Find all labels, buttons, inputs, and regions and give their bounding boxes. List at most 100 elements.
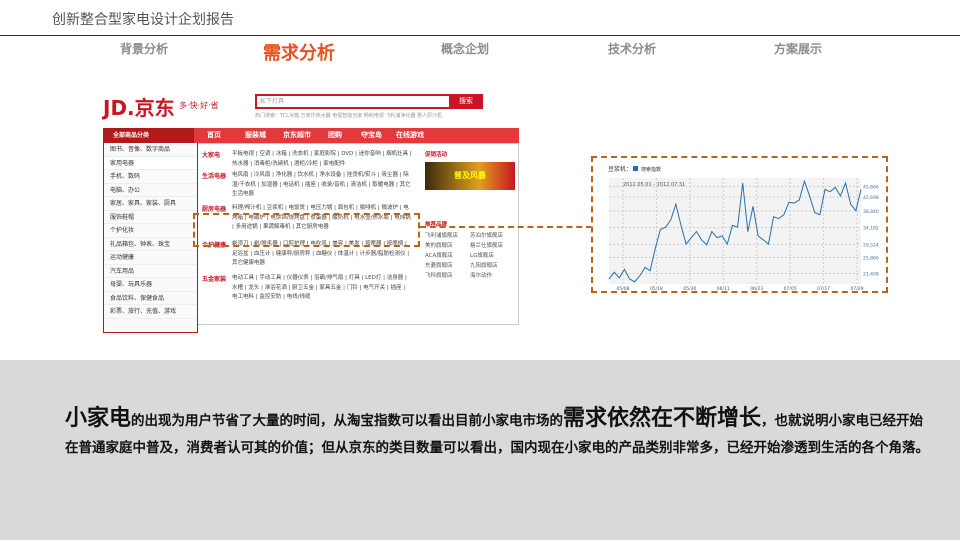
y-tick-label: 45,666	[863, 184, 879, 190]
data-point	[742, 182, 744, 184]
data-point	[624, 268, 625, 270]
category-item[interactable]: 手机、数码	[104, 170, 197, 184]
category-item[interactable]: 家居、家具、家装、厨具	[104, 197, 197, 211]
brand-link[interactable]: 东菱旗舰店	[425, 261, 470, 269]
menu-item[interactable]: 在线游戏	[396, 128, 424, 143]
data-point	[654, 248, 656, 249]
nav-item-background[interactable]: 背景分析	[120, 40, 168, 57]
x-tick-label: 05/08	[617, 286, 630, 291]
y-tick-label: 42,698	[863, 195, 879, 201]
all-categories[interactable]: 全部商品分类	[103, 128, 194, 143]
data-point	[819, 214, 821, 215]
group-links[interactable]: 电风扇 | 冷风扇 | 净化器 | 饮水机 | 净水设备 | 挂烫机/熨斗 | …	[232, 171, 412, 200]
data-point	[747, 231, 749, 232]
data-point	[644, 267, 646, 268]
brand-link[interactable]: 格兰仕旗舰店	[470, 241, 515, 249]
emphasis-text: 需求依然在不断增长	[563, 406, 762, 431]
data-point	[639, 275, 641, 277]
group-title[interactable]: 厨房电器	[202, 204, 226, 213]
category-item[interactable]: 母婴、玩具乐器	[104, 278, 197, 292]
search-button[interactable]: 搜索	[449, 94, 483, 109]
menu-item[interactable]: 京东超市	[283, 128, 311, 143]
chart-svg: 豆浆机： 搜索指数 2012.05.01 - 2012.07.31 45,666 42,…	[608, 165, 879, 292]
jd-logo: JD.京东	[103, 96, 175, 120]
y-tick-label: 29,524	[863, 242, 879, 248]
y-tick-label: 21,408	[863, 272, 879, 278]
category-item[interactable]: 运动健康	[104, 251, 197, 265]
y-tick-label: 38,840	[863, 209, 879, 215]
body-text: 的出现为用户节省了大量的时间，从淘宝指数可以看出目前小家电市场的	[131, 413, 564, 429]
jd-slogan: 多·快·好·省	[179, 101, 219, 110]
x-tick-label: 05/30	[683, 286, 696, 291]
brand-link[interactable]: 飞科旗舰店	[425, 271, 470, 279]
date-range: 2012.05.01 - 2012.07.31	[623, 182, 685, 188]
promo-area: 促销活动 普及风暴 推荐品牌 飞利浦旗舰店 苏泊尔旗舰店 美的旗舰店 格兰仕旗舰店 AC…	[425, 150, 515, 279]
data-point	[690, 237, 692, 238]
group-title[interactable]: 生活电器	[202, 171, 226, 180]
menu-item[interactable]: 团购	[328, 128, 342, 143]
brand-link[interactable]: 海尔动作	[470, 271, 515, 279]
data-point	[716, 237, 718, 238]
data-point	[685, 243, 687, 245]
data-point	[757, 235, 759, 237]
data-point	[768, 243, 769, 245]
y-tick-label: 25,866	[863, 256, 879, 262]
search-index-chart: 豆浆机： 搜索指数 2012.05.01 - 2012.07.31 45,666 42,…	[591, 156, 888, 293]
category-item[interactable]: 个护化妆	[104, 224, 197, 238]
brand-link[interactable]: 美的旗舰店	[425, 241, 470, 249]
menu-bar: 全部商品分类 首页 服装城 京东超市 团购 夺宝岛 在线游戏	[103, 128, 519, 143]
x-tick-label: 07/05	[784, 286, 797, 291]
group-links[interactable]: 电动工具 | 手动工具 | 仪器仪表 | 浴霸/排气扇 | 灯具 | LED灯 …	[232, 274, 412, 303]
category-group: 大家电 平板电视 | 空调 | 冰箱 | 洗衣机 | 家庭影院 | DVD | 迷…	[202, 150, 412, 169]
nav-item-concept[interactable]: 概念企划	[441, 40, 489, 57]
data-point	[629, 278, 630, 280]
y-tick-label: 34,182	[863, 226, 879, 232]
category-item[interactable]: 彩票、旅行、充值、游戏	[104, 305, 197, 319]
category-item[interactable]: 服饰鞋帽	[104, 211, 197, 224]
data-point	[804, 180, 805, 182]
brand-link[interactable]: 苏泊尔旗舰店	[470, 231, 515, 239]
nav-item-solution[interactable]: 方案展示	[774, 40, 822, 57]
category-item[interactable]: 汽车用品	[104, 265, 197, 278]
data-point	[675, 203, 677, 205]
data-point	[762, 239, 764, 241]
data-point	[706, 244, 708, 246]
nav-item-demand[interactable]: 需求分析	[263, 39, 335, 65]
emphasis-text: 小家电	[65, 406, 132, 431]
data-point	[608, 278, 610, 280]
x-tick-label: 06/11	[717, 286, 730, 291]
category-item[interactable]: 家用电器	[104, 156, 197, 170]
group-title[interactable]: 五金家装	[202, 274, 226, 283]
brand-link[interactable]: ACA旗舰店	[425, 251, 470, 259]
data-point	[649, 270, 651, 272]
group-links[interactable]: 平板电视 | 空调 | 冰箱 | 洗衣机 | 家庭影院 | DVD | 迷你音响…	[232, 150, 412, 169]
category-item[interactable]: 电脑、办公	[104, 184, 197, 197]
x-tick-label: 05/18	[650, 286, 663, 291]
data-point	[737, 226, 738, 228]
category-group: 生活电器 电风扇 | 冷风扇 | 净化器 | 饮水机 | 净水设备 | 挂烫机/熨…	[202, 171, 412, 200]
brand-link[interactable]: LG旗舰店	[470, 251, 515, 259]
data-point	[840, 195, 841, 197]
data-point	[618, 277, 620, 279]
chart-title: 豆浆机：	[608, 165, 632, 173]
data-point	[855, 210, 857, 211]
brand-link[interactable]: 飞利浦旗舰店	[425, 231, 470, 239]
category-item[interactable]: 图书、音像、数字商品	[104, 143, 197, 157]
data-point	[665, 226, 666, 228]
data-point	[788, 201, 790, 203]
group-title[interactable]: 大家电	[202, 150, 220, 159]
connector-line	[420, 226, 592, 228]
category-item[interactable]: 食品饮料、保健食品	[104, 292, 197, 305]
brand-link[interactable]: 九阳旗舰店	[470, 261, 515, 269]
menu-item[interactable]: 首页	[207, 128, 221, 143]
category-list: 图书、音像、数字商品 家用电器 手机、数码 电脑、办公 家居、家具、家装、厨具 服饰鞋帽个…	[103, 143, 198, 333]
x-tick-label: 06/23	[750, 286, 763, 291]
category-item[interactable]: 礼品箱包、钟表、珠宝	[104, 238, 197, 251]
section-nav: 背景分析 需求分析 概念企划 技术分析 方案展示	[0, 38, 960, 66]
menu-item[interactable]: 服装城	[245, 128, 266, 143]
data-point	[726, 243, 728, 245]
promo-banner[interactable]: 普及风暴	[425, 162, 515, 190]
data-point	[778, 218, 780, 219]
menu-item[interactable]: 夺宝岛	[361, 128, 382, 143]
nav-item-tech[interactable]: 技术分析	[608, 40, 656, 57]
